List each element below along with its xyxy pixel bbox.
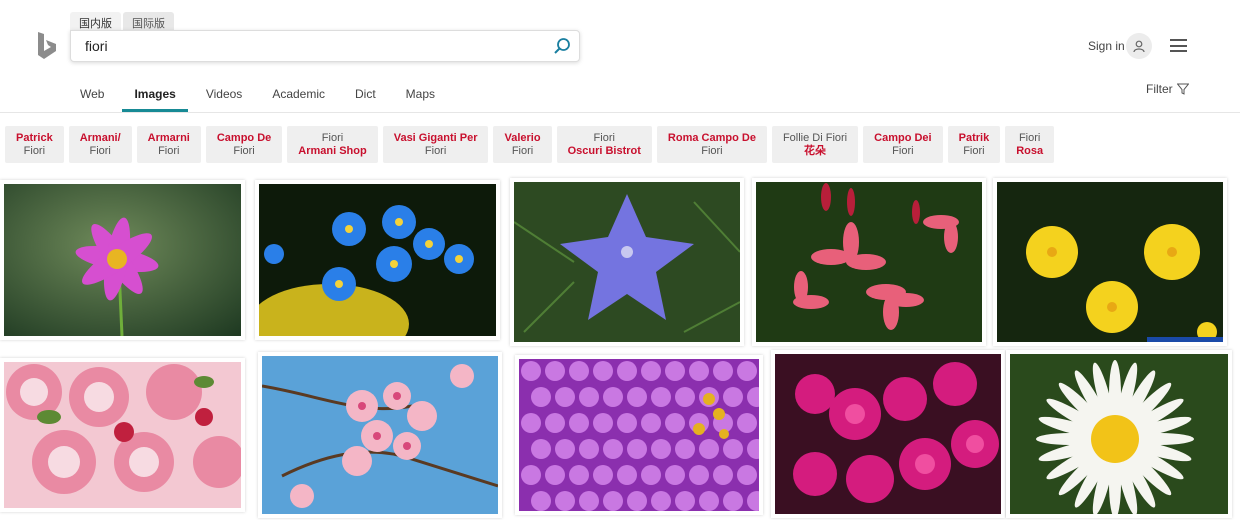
pink-cosmos-image [4,184,241,336]
related-search-chip[interactable]: Campo De Fiori [205,126,283,163]
search-box [70,30,580,62]
chip-line-1: Patrik [958,131,990,144]
chip-line-1: Vasi Giganti Per [393,131,478,144]
image-result[interactable] [510,178,744,346]
chip-line-1: Fiori [1018,131,1041,144]
chip-line-2: Fiori [233,144,255,157]
sign-in-link[interactable]: Sign in [1088,39,1125,53]
chip-line-2: Fiori [701,144,723,157]
related-searches: Patrick Fiori Armani/Fiori Armarni Fiori Camp… [5,126,1055,163]
chip-line-1: Fiori [593,131,615,144]
bougainvillea-image [775,354,1001,514]
balloon-flower-image [514,182,740,342]
scope-images[interactable]: Images [122,87,189,112]
chip-line-2: 花朵 [804,144,827,157]
filter-button[interactable]: Filter [1146,82,1189,96]
related-search-chip[interactable]: Fiori Oscuri Bistrot [556,126,652,163]
phlox-image [519,359,759,511]
chip-line-2: Oscuri Bistrot [567,144,641,157]
filter-label: Filter [1146,82,1173,96]
chip-line-1: Fiori [321,131,344,144]
plumeria-image [756,182,982,342]
search-icon[interactable] [553,37,571,55]
user-avatar-icon[interactable] [1126,33,1152,59]
related-search-chip[interactable]: Vasi Giganti Per Fiori [382,126,489,163]
cherry-blossom-image [262,356,498,514]
chip-line-2: Fiori [424,144,447,157]
roses-image [4,362,241,508]
image-result[interactable] [255,180,500,340]
related-search-chip[interactable]: Patrick Fiori [5,126,64,163]
related-search-chip[interactable]: Roma Campo De Fiori [656,126,767,163]
image-result[interactable] [0,358,245,512]
filter-icon [1176,83,1189,95]
scope-divider [0,112,1240,113]
search-input[interactable] [85,31,545,61]
image-result[interactable] [752,178,986,346]
chip-line-2: Fiori [158,144,180,157]
primrose-image [997,182,1223,342]
related-search-chip[interactable]: Patrik Fiori [947,126,1001,163]
daisy-image [1010,354,1228,514]
related-search-chip[interactable]: Armani/Fiori [68,126,132,163]
chip-line-2: Fiori [89,144,111,157]
image-result[interactable] [0,180,245,340]
chip-line-2: Armani Shop [298,144,367,157]
chip-line-1: Armani/ [79,131,121,144]
related-search-chip[interactable]: Fiori Rosa [1005,126,1055,163]
chip-line-1: Roma Campo De [667,131,756,144]
menu-icon[interactable] [1170,39,1187,52]
scope-dict[interactable]: Dict [355,87,376,111]
chip-line-2: Fiori [963,144,985,157]
chip-line-1: Patrick [16,131,53,144]
scope-academic[interactable]: Academic [272,87,325,111]
chip-line-2: Fiori [23,144,46,157]
scope-nav: Web Images Videos Academic Dict Maps [80,87,465,112]
scope-web[interactable]: Web [80,87,104,111]
image-result[interactable] [258,352,502,518]
chip-line-1: Armarni [147,131,190,144]
scope-videos[interactable]: Videos [206,87,242,111]
scope-maps[interactable]: Maps [406,87,435,111]
image-result[interactable] [1006,350,1232,518]
bing-logo-icon[interactable] [36,31,58,61]
related-search-chip[interactable]: Valerio Fiori [493,126,552,163]
chip-line-2: Fiori [511,144,534,157]
forget-me-not-image [259,184,496,336]
chip-line-1: Follie Di Fiori [782,131,848,144]
chip-line-2: Fiori [892,144,914,157]
related-search-chip[interactable]: Campo Dei Fiori [863,126,943,163]
related-search-chip[interactable]: Fiori Armani Shop [287,126,378,163]
chip-line-1: Campo Dei [874,131,932,144]
image-result[interactable] [515,355,763,515]
chip-line-1: Valerio [504,131,541,144]
image-result[interactable] [771,350,1005,518]
related-search-chip[interactable]: Follie Di Fiori 花朵 [771,126,859,163]
chip-line-2: Rosa [1016,144,1044,157]
image-result[interactable] [993,178,1227,346]
chip-line-1: Campo De [216,131,272,144]
related-search-chip[interactable]: Armarni Fiori [136,126,201,163]
